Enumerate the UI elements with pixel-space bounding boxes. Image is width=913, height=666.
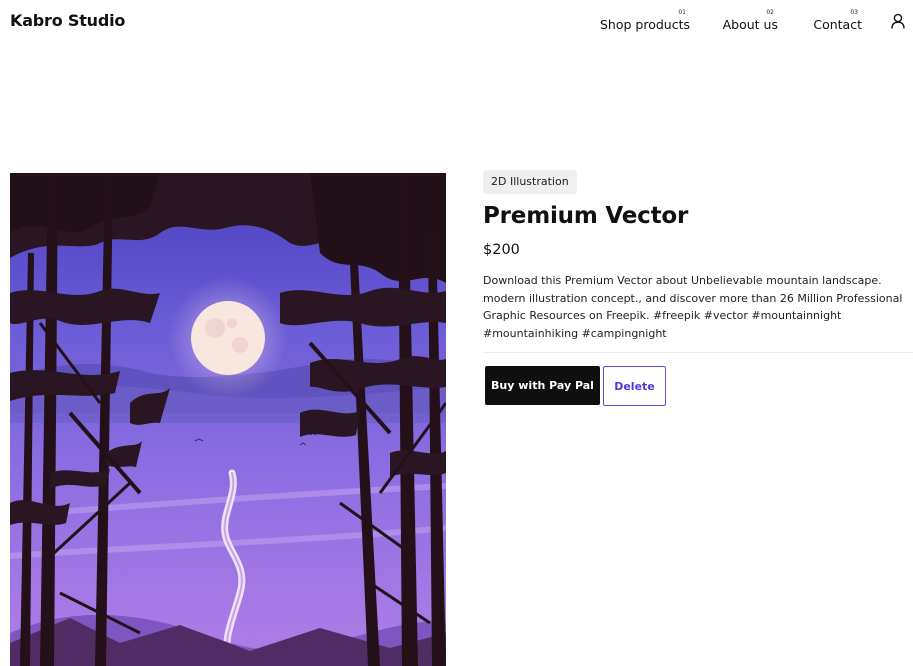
product-description: Download this Premium Vector about Unbel… [483, 274, 903, 340]
landscape-illustration-icon [10, 173, 446, 666]
buy-with-paypal-button[interactable]: Buy with Pay Pal [485, 366, 600, 405]
nav-number: 01 [678, 9, 686, 16]
nav-number: 03 [850, 9, 858, 16]
category-tag: 2D Illustration [483, 170, 577, 194]
product-price: $200 [483, 242, 520, 258]
nav-label: Shop products [599, 17, 690, 32]
delete-button[interactable]: Delete [603, 366, 666, 406]
site-logo[interactable]: Kabro Studio [10, 11, 125, 30]
product-image [10, 173, 446, 666]
nav-label: About us [722, 17, 778, 32]
nav-number: 02 [766, 9, 774, 16]
divider [483, 352, 913, 353]
user-icon[interactable] [891, 13, 905, 33]
nav-label: Contact [813, 17, 862, 32]
product-title: Premium Vector [483, 203, 689, 229]
